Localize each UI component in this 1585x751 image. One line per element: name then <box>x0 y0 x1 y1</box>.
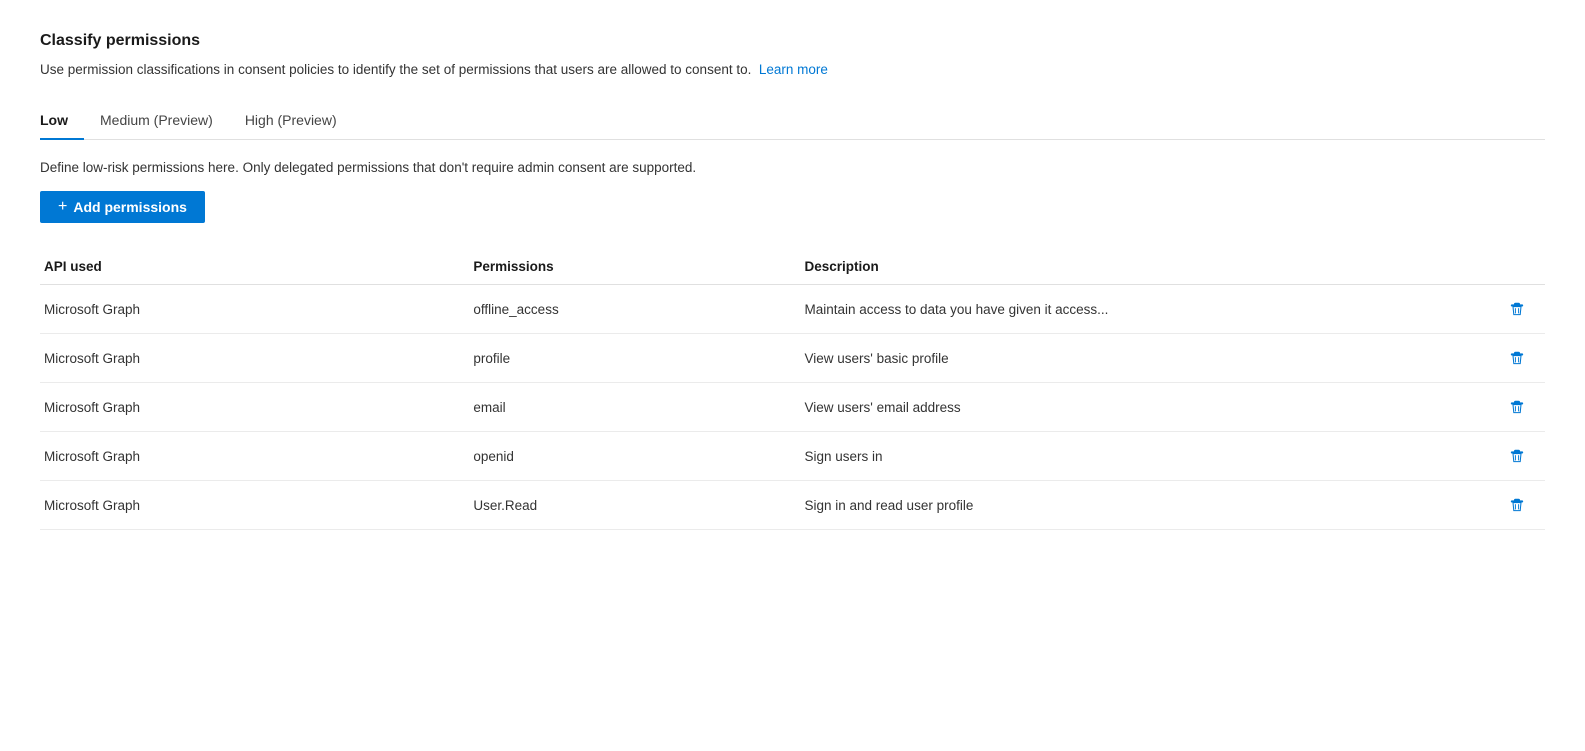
learn-more-link[interactable]: Learn more <box>759 62 828 77</box>
delete-button-4[interactable] <box>1501 493 1533 517</box>
permissions-table: API used Permissions Description Microso… <box>40 251 1545 530</box>
cell-action-1 <box>1485 334 1545 383</box>
tab-medium[interactable]: Medium (Preview) <box>100 104 229 140</box>
cell-api-3: Microsoft Graph <box>40 432 461 481</box>
cell-permission-1: profile <box>461 334 792 383</box>
delete-button-1[interactable] <box>1501 346 1533 370</box>
tab-high[interactable]: High (Preview) <box>245 104 353 140</box>
cell-action-0 <box>1485 285 1545 334</box>
low-tab-description: Define low-risk permissions here. Only d… <box>40 160 1545 175</box>
table-row: Microsoft Graph User.Read Sign in and re… <box>40 481 1545 530</box>
cell-api-1: Microsoft Graph <box>40 334 461 383</box>
add-permissions-label: Add permissions <box>73 199 187 215</box>
cell-action-3 <box>1485 432 1545 481</box>
table-row: Microsoft Graph profile View users' basi… <box>40 334 1545 383</box>
cell-permission-2: email <box>461 383 792 432</box>
cell-permission-3: openid <box>461 432 792 481</box>
add-permissions-button[interactable]: + Add permissions <box>40 191 205 223</box>
table-row: Microsoft Graph offline_access Maintain … <box>40 285 1545 334</box>
delete-button-2[interactable] <box>1501 395 1533 419</box>
delete-button-3[interactable] <box>1501 444 1533 468</box>
cell-action-2 <box>1485 383 1545 432</box>
delete-button-0[interactable] <box>1501 297 1533 321</box>
column-header-description: Description <box>792 251 1484 285</box>
cell-api-2: Microsoft Graph <box>40 383 461 432</box>
table-row: Microsoft Graph email View users' email … <box>40 383 1545 432</box>
description-text: Use permission classifications in consen… <box>40 62 751 77</box>
column-header-action <box>1485 251 1545 285</box>
plus-icon: + <box>58 199 67 215</box>
table-row: Microsoft Graph openid Sign users in <box>40 432 1545 481</box>
column-header-api: API used <box>40 251 461 285</box>
page-title: Classify permissions <box>40 32 1545 50</box>
cell-api-0: Microsoft Graph <box>40 285 461 334</box>
cell-permission-0: offline_access <box>461 285 792 334</box>
cell-description-2: View users' email address <box>792 383 1484 432</box>
cell-description-4: Sign in and read user profile <box>792 481 1484 530</box>
cell-description-0: Maintain access to data you have given i… <box>792 285 1484 334</box>
table-header-row: API used Permissions Description <box>40 251 1545 285</box>
cell-permission-4: User.Read <box>461 481 792 530</box>
cell-action-4 <box>1485 481 1545 530</box>
cell-description-1: View users' basic profile <box>792 334 1484 383</box>
page-description: Use permission classifications in consen… <box>40 60 1545 80</box>
tab-low[interactable]: Low <box>40 104 84 140</box>
column-header-permissions: Permissions <box>461 251 792 285</box>
cell-api-4: Microsoft Graph <box>40 481 461 530</box>
tab-bar: Low Medium (Preview) High (Preview) <box>40 104 1545 140</box>
cell-description-3: Sign users in <box>792 432 1484 481</box>
